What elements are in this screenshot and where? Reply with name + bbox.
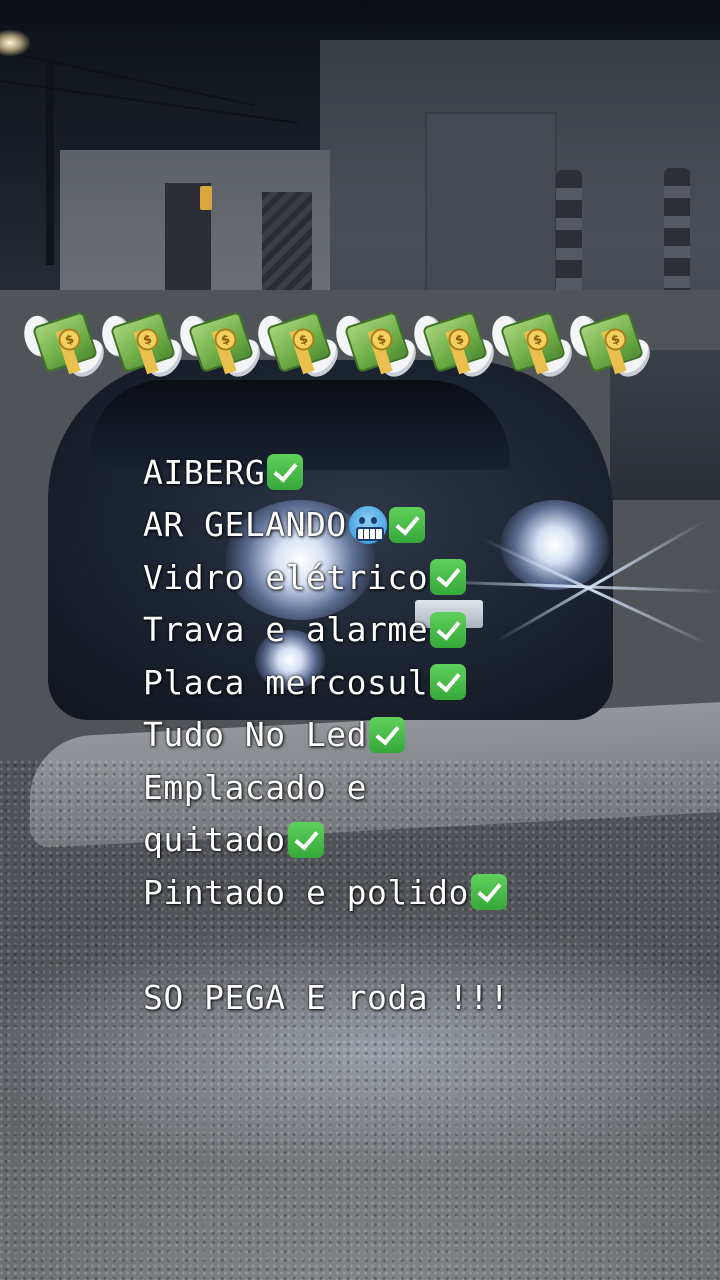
- caption-line-text: Pintado e polido: [143, 872, 469, 912]
- caption-line-text: quitado: [143, 820, 286, 860]
- money-with-wings-icon: $: [484, 308, 576, 382]
- caption-line: Tudo No Led: [143, 709, 703, 762]
- caption-line: SO PEGA E roda !!!: [143, 971, 703, 1024]
- money-with-wings-icon: $: [172, 308, 264, 382]
- lit-window: [200, 186, 212, 210]
- check-mark-icon: [267, 454, 304, 491]
- story-caption: AIBERG AR GELANDO Vidro elétrico Trava e al…: [143, 446, 703, 1024]
- streetlamp-glow: [0, 30, 30, 56]
- money-with-wings-icon: $: [328, 308, 420, 382]
- money-with-wings-row: $ $ $ $ $ $ $ $: [16, 300, 664, 382]
- check-mark-icon: [388, 506, 425, 543]
- caption-line: Pintado e polido: [143, 866, 703, 919]
- caption-line: Vidro elétrico: [143, 551, 703, 604]
- caption-line: Placa mercosul: [143, 656, 703, 709]
- caption-line-text: AR GELANDO: [143, 505, 347, 545]
- caption-line-text: Tudo No Led: [143, 715, 368, 755]
- caption-line-text: Placa mercosul: [143, 662, 429, 702]
- money-with-wings-icon: $: [250, 308, 342, 382]
- caption-line: Trava e alarme: [143, 604, 703, 657]
- cold-face-icon: [348, 505, 387, 544]
- money-with-wings-icon: $: [562, 308, 654, 382]
- caption-line: Emplacado e: [143, 761, 703, 814]
- caption-line: AIBERG: [143, 446, 703, 499]
- check-mark-icon: [470, 874, 507, 911]
- caption-line-text: Vidro elétrico: [143, 557, 429, 597]
- check-mark-icon: [430, 664, 467, 701]
- money-with-wings-icon: $: [406, 308, 498, 382]
- caption-line-text: Trava e alarme: [143, 610, 429, 650]
- check-mark-icon: [287, 821, 324, 858]
- money-with-wings-icon: $: [16, 308, 108, 382]
- check-mark-icon: [369, 716, 406, 753]
- check-mark-icon: [430, 559, 467, 596]
- caption-line: quitado: [143, 814, 703, 867]
- caption-line-text: Emplacado e: [143, 767, 368, 807]
- money-with-wings-icon: $: [94, 308, 186, 382]
- caption-line: AR GELANDO: [143, 499, 703, 552]
- caption-line-text: SO PEGA E roda !!!: [143, 977, 510, 1017]
- check-mark-icon: [430, 611, 467, 648]
- caption-line-text: AIBERG: [143, 452, 266, 492]
